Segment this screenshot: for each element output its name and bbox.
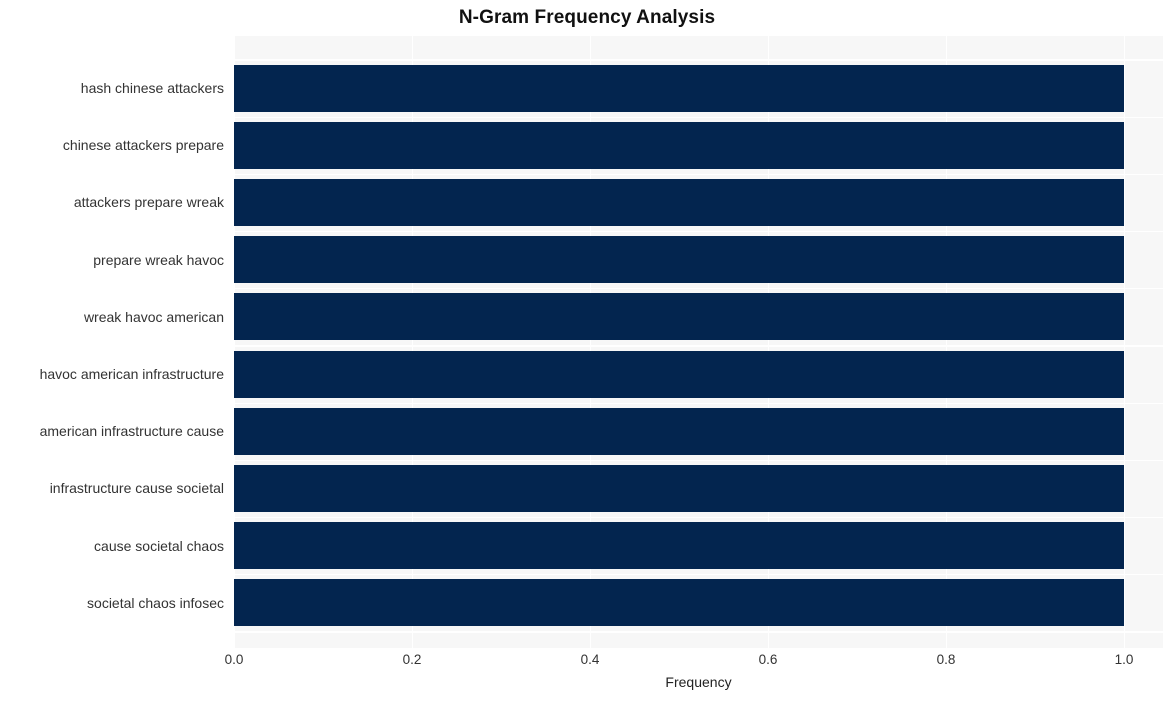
bar[interactable]: [234, 121, 1124, 169]
bar[interactable]: [234, 464, 1124, 512]
bar[interactable]: [234, 64, 1124, 112]
bar[interactable]: [234, 522, 1124, 570]
x-axis-tick-label: 0.2: [402, 652, 422, 667]
bar[interactable]: [234, 178, 1124, 226]
chart-title: N-Gram Frequency Analysis: [458, 7, 716, 28]
x-axis-tick-label: 1.0: [1114, 652, 1134, 667]
x-axis-tick-labels: 0.0 0.2 0.4 0.6 0.8 1.0: [0, 652, 1174, 674]
y-axis-tick-label: cause societal chaos: [94, 537, 224, 554]
bar[interactable]: [234, 350, 1124, 398]
chart-figure: N-Gram Frequency Analysis hash chinese a…: [0, 0, 1174, 701]
x-axis-tick-label: 0.8: [936, 652, 956, 667]
y-axis-tick-labels: hash chinese attackers chinese attackers …: [0, 36, 224, 648]
x-axis-label: Frequency: [665, 674, 732, 690]
y-axis-tick-label: societal chaos infosec: [87, 594, 224, 611]
bar[interactable]: [234, 407, 1124, 455]
y-axis-tick-label: havoc american infrastructure: [39, 366, 224, 382]
x-axis-tick-label: 0.6: [758, 652, 778, 667]
y-axis-tick-label: infrastructure cause societal: [49, 480, 224, 497]
bar[interactable]: [234, 236, 1124, 284]
x-axis-tick-label: 0.0: [224, 652, 244, 667]
bar[interactable]: [234, 579, 1124, 627]
plot-area: [234, 36, 1163, 648]
y-axis-tick-label: wreak havoc american: [83, 308, 224, 325]
y-axis-tick-label: attackers prepare wreak: [73, 194, 224, 211]
y-axis-tick-label: prepare wreak havoc: [93, 251, 224, 268]
bars-layer: [234, 36, 1163, 648]
bar[interactable]: [234, 293, 1124, 341]
y-axis-tick-label: american infrastructure cause: [39, 423, 224, 440]
x-axis-tick-label: 0.4: [580, 652, 600, 667]
y-axis-tick-label: hash chinese attackers: [80, 80, 224, 96]
y-axis-tick-label: chinese attackers prepare: [62, 137, 224, 154]
